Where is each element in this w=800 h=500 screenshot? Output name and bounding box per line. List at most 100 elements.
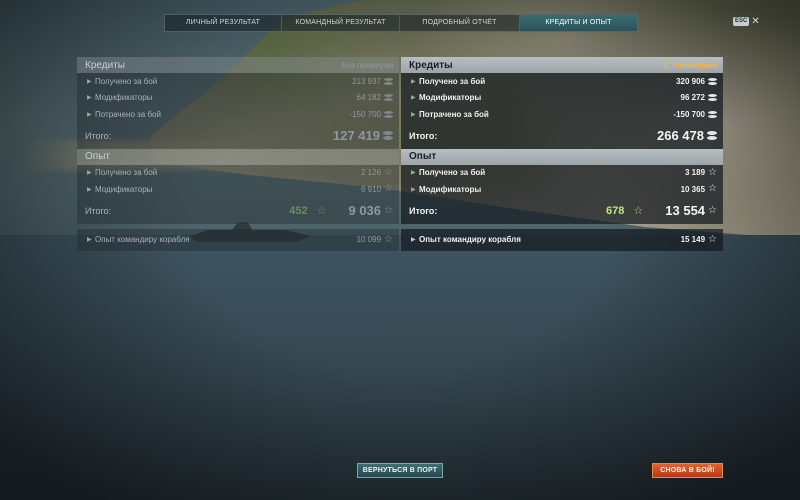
- credits-modifiers-row[interactable]: ▶ Модификаторы 64 182: [77, 90, 399, 107]
- xp-modifiers-row[interactable]: ▶ Модификаторы 10 365 ☆: [401, 181, 723, 198]
- close-button[interactable]: ESC ✕: [733, 16, 760, 27]
- credits-spent-row[interactable]: ▶ Потрачено за бой -150 700: [401, 106, 723, 123]
- row-value: 15 149: [680, 235, 706, 244]
- credits-icon: [708, 77, 717, 85]
- credits-header: Кредиты Без премиума: [77, 57, 399, 73]
- credits-total-row: Итого: 266 478: [401, 123, 723, 149]
- xp-body: ▶ Получено за бой 3 189 ☆ ▶ Модификаторы…: [401, 164, 723, 224]
- base-xp: 678 ☆: [606, 205, 643, 217]
- total-label: Итого:: [85, 130, 112, 141]
- total-label: Итого:: [85, 205, 112, 216]
- xp-header: Опыт: [401, 148, 723, 165]
- expand-arrow-icon: ▶: [411, 170, 416, 177]
- result-tabs: ЛИЧНЫЙ РЕЗУЛЬТАТ КОМАНДНЫЙ РЕЗУЛЬТАТ ПОД…: [164, 14, 638, 32]
- xp-title: Опыт: [409, 151, 437, 162]
- no-premium-panel: Кредиты Без премиума ▶ Получено за бой 2…: [77, 57, 399, 251]
- row-label: Получено за бой: [95, 168, 158, 178]
- expand-arrow-icon: ▶: [87, 237, 92, 243]
- premium-panel: Кредиты С премиумом ▶ Получено за бой 32…: [401, 57, 723, 251]
- total-label: Итого:: [409, 130, 438, 141]
- credits-icon: [708, 110, 717, 118]
- credits-body: ▶ Получено за бой 320 906 ▶ Модификаторы…: [401, 73, 723, 149]
- xp-star-icon: ☆: [708, 183, 717, 195]
- expand-arrow-icon: ▶: [87, 78, 92, 85]
- tab-personal-result[interactable]: ЛИЧНЫЙ РЕЗУЛЬТАТ: [165, 15, 282, 31]
- expand-arrow-icon: ▶: [411, 237, 416, 243]
- expand-arrow-icon: ▶: [411, 111, 416, 118]
- credits-icon: [384, 94, 393, 102]
- commander-xp-row[interactable]: ▶ Опыт командиру корабля 15 149 ☆: [401, 228, 723, 251]
- credits-icon: [384, 110, 393, 118]
- row-value: -150 700: [349, 109, 381, 119]
- xp-total-row: Итого: 452 ☆ 9 036 ☆: [77, 198, 399, 224]
- tab-credits-and-xp[interactable]: КРЕДИТЫ И ОПЫТ: [520, 15, 637, 31]
- credits-icon: [707, 131, 717, 140]
- row-label: Модификаторы: [419, 93, 482, 103]
- xp-title: Опыт: [85, 151, 110, 162]
- expand-arrow-icon: ▶: [411, 186, 416, 193]
- account-type-label: Без премиума: [341, 60, 394, 70]
- xp-star-icon: ☆: [384, 183, 393, 195]
- xp-star-icon: ☆: [708, 204, 717, 216]
- base-xp-star-icon: ☆: [633, 204, 644, 217]
- xp-header: Опыт: [77, 148, 399, 165]
- total-value: 9 036: [348, 203, 382, 218]
- xp-body: ▶ Получено за бой 2 126 ☆ ▶ Модификаторы…: [77, 164, 399, 224]
- xp-star-icon: ☆: [384, 233, 393, 245]
- expand-arrow-icon: ▶: [87, 95, 92, 102]
- row-label: Модификаторы: [419, 184, 482, 194]
- esc-key-icon: ESC: [733, 17, 750, 26]
- xp-modifiers-row[interactable]: ▶ Модификаторы 6 910 ☆: [77, 181, 399, 198]
- row-value: 2 126: [361, 168, 382, 178]
- base-xp-value: 678: [606, 204, 625, 217]
- total-value: 127 419: [333, 128, 380, 143]
- xp-earned-row[interactable]: ▶ Получено за бой 3 189 ☆: [401, 165, 723, 182]
- xp-star-icon: ☆: [384, 204, 393, 216]
- row-label: Потрачено за бой: [95, 109, 161, 119]
- xp-earned-row[interactable]: ▶ Получено за бой 2 126 ☆: [77, 165, 399, 182]
- expand-arrow-icon: ▶: [87, 111, 92, 118]
- expand-arrow-icon: ▶: [411, 95, 416, 102]
- row-value: 213 937: [352, 76, 381, 86]
- credits-header: Кредиты С премиумом: [401, 57, 723, 73]
- credits-spent-row[interactable]: ▶ Потрачено за бой -150 700: [77, 106, 399, 123]
- row-value: 96 272: [680, 93, 705, 103]
- return-to-port-button[interactable]: ВЕРНУТЬСЯ В ПОРТ: [357, 463, 443, 478]
- base-xp: 452 ☆: [289, 205, 326, 217]
- xp-star-icon: ☆: [708, 166, 717, 178]
- xp-star-icon: ☆: [384, 166, 393, 178]
- row-value: 3 189: [685, 168, 706, 178]
- row-value: -150 700: [673, 109, 705, 119]
- tab-detailed-report[interactable]: ПОДРОБНЫЙ ОТЧЁТ: [400, 15, 520, 31]
- base-xp-star-icon: ☆: [316, 204, 327, 217]
- row-value: 320 906: [676, 76, 705, 86]
- expand-arrow-icon: ▶: [411, 78, 416, 85]
- base-xp-value: 452: [289, 204, 308, 217]
- credits-body: ▶ Получено за бой 213 937 ▶ Модификаторы…: [77, 73, 399, 149]
- credits-earned-row[interactable]: ▶ Получено за бой 320 906: [401, 73, 723, 90]
- credits-title: Кредиты: [85, 59, 125, 71]
- row-value: 64 182: [356, 93, 381, 103]
- tab-team-result[interactable]: КОМАНДНЫЙ РЕЗУЛЬТАТ: [282, 15, 400, 31]
- total-label: Итого:: [409, 205, 438, 216]
- row-value: 6 910: [361, 184, 382, 194]
- credits-total-row: Итого: 127 419: [77, 123, 399, 149]
- credits-modifiers-row[interactable]: ▶ Модификаторы 96 272: [401, 90, 723, 107]
- row-value: 10 365: [680, 184, 706, 194]
- commander-xp-row[interactable]: ▶ Опыт командиру корабля 10 099 ☆: [77, 228, 399, 251]
- credits-icon: [384, 77, 393, 85]
- account-type-label: С премиумом: [664, 60, 718, 70]
- credits-title: Кредиты: [409, 59, 453, 71]
- battle-again-button[interactable]: СНОВА В БОЙ!: [652, 463, 723, 478]
- row-label: Получено за бой: [419, 76, 486, 86]
- total-value: 266 478: [657, 128, 704, 143]
- total-value: 13 554: [665, 203, 706, 218]
- row-label: Получено за бой: [419, 168, 486, 178]
- close-icon: ✕: [751, 16, 760, 27]
- credits-icon: [708, 94, 717, 102]
- row-label: Модификаторы: [95, 93, 153, 103]
- credits-earned-row[interactable]: ▶ Получено за бой 213 937: [77, 73, 399, 90]
- row-label: Опыт командиру корабля: [95, 235, 190, 244]
- row-value: 10 099: [356, 235, 382, 244]
- row-label: Модификаторы: [95, 184, 153, 194]
